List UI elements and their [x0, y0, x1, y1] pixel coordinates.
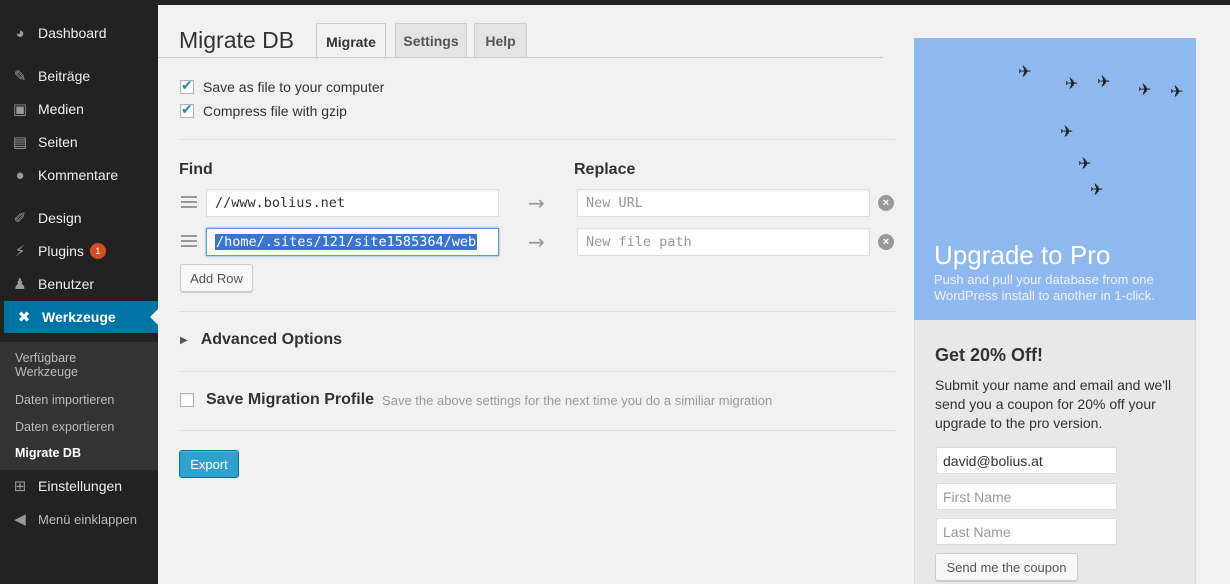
bird-icon: ✈ [1170, 82, 1184, 101]
bird-icon: ✈ [1060, 122, 1074, 141]
tools-submenu: Verfügbare Werkzeuge Daten importieren D… [0, 342, 158, 470]
promo-text: Push and pull your database from one Wor… [934, 272, 1155, 303]
coupon-title: Get 20% Off! [935, 345, 1044, 365]
tab-settings[interactable]: Settings [395, 23, 467, 58]
clear-row-icon[interactable]: × [878, 195, 894, 211]
collapse-icon: ◀ [14, 511, 26, 528]
user-icon: ♟ [13, 276, 27, 293]
sidebar-item-label: Dashboard [38, 25, 107, 41]
export-button[interactable]: Export [179, 450, 239, 478]
divider [179, 139, 895, 140]
save-profile-checkbox[interactable] [180, 393, 194, 407]
find-input-1[interactable]: //www.bolius.net [206, 189, 499, 217]
submenu-available-tools[interactable]: Verfügbare Werkzeuge [15, 351, 115, 379]
sidebar-item-pages[interactable]: ▤ Seiten [0, 126, 158, 158]
replace-input-2[interactable]: New file path [577, 228, 870, 256]
sidebar-item-media[interactable]: ▣ Medien [0, 93, 158, 125]
arrow-right-icon: → [528, 191, 545, 215]
clear-row-icon[interactable]: × [878, 234, 894, 250]
coupon-first-name-input[interactable]: First Name [936, 483, 1117, 510]
submenu-import[interactable]: Daten importieren [15, 393, 114, 407]
sidebar-collapse[interactable]: ◀ Menü einklappen [0, 503, 158, 535]
row-drag-handle[interactable] [181, 235, 197, 249]
update-count-badge: 1 [89, 243, 106, 259]
save-file-option[interactable]: Save as file to your computer [180, 78, 385, 95]
sidebar-item-users[interactable]: ♟ Benutzer [0, 268, 158, 300]
add-row-button[interactable]: Add Row [180, 264, 253, 292]
sidebar-item-label: Plugins [38, 243, 84, 259]
row-drag-handle[interactable] [181, 196, 197, 210]
sidebar-item-design[interactable]: ✐ Design [0, 202, 158, 234]
triangle-right-icon: ▶ [180, 334, 188, 346]
divider [179, 371, 895, 372]
coupon-panel: Get 20% Off! Submit your name and email … [914, 320, 1196, 584]
media-icon: ▣ [12, 101, 28, 118]
sidebar-item-label: Design [38, 210, 82, 226]
promo-title: Upgrade to Pro [934, 240, 1111, 270]
compress-checkbox[interactable] [180, 102, 194, 118]
upgrade-promo-banner[interactable]: ✈ ✈ ✈ ✈ ✈ ✈ ✈ ✈ Upgrade to Pro Push and … [914, 38, 1196, 320]
save-profile-option[interactable]: Save Migration Profile Save the above se… [180, 391, 772, 409]
divider [179, 311, 895, 312]
compress-option[interactable]: Compress file with gzip [180, 102, 347, 119]
pin-icon: ✎ [13, 68, 27, 85]
brush-icon: ✐ [13, 210, 27, 227]
send-coupon-button[interactable]: Send me the coupon [935, 553, 1078, 581]
sidebar-item-dashboard[interactable]: ◕ Dashboard [0, 17, 158, 49]
dashboard-icon: ◕ [15, 24, 25, 42]
settings-icon: ⊞ [13, 478, 27, 495]
sidebar-item-label: Einstellungen [38, 478, 123, 494]
coupon-description: Submit your name and email and we'll sen… [935, 377, 1172, 431]
tab-help[interactable]: Help [474, 23, 527, 58]
bird-icon: ✈ [1097, 72, 1111, 91]
bird-icon: ✈ [1065, 74, 1079, 93]
wrench-icon: ✖ [17, 309, 31, 326]
find-input-2[interactable]: /home/.sites/121/site1585364/web [206, 228, 499, 256]
sidebar-item-label: Beiträge [38, 68, 91, 84]
sidebar-item-settings[interactable]: ⊞ Einstellungen [0, 470, 158, 502]
sidebar-item-comments[interactable]: ● Kommentare [0, 159, 158, 191]
sidebar-item-plugins[interactable]: ⚡ Plugins 1 [0, 235, 158, 267]
save-profile-hint: Save the above settings for the next tim… [382, 392, 773, 408]
save-file-label: Save as file to your computer [203, 79, 385, 95]
page-title: Migrate DB [179, 27, 295, 53]
bird-icon: ✈ [1018, 62, 1032, 81]
bird-icon: ✈ [1138, 80, 1152, 99]
tabs-divider [158, 57, 883, 58]
arrow-right-icon: → [528, 230, 545, 254]
sidebar-item-label: Werkzeuge [42, 309, 116, 325]
pages-icon: ▤ [12, 134, 28, 151]
sidebar-item-posts[interactable]: ✎ Beiträge [0, 60, 158, 92]
sidebar-item-label: Kommentare [38, 167, 119, 183]
find-label: Find [179, 161, 213, 178]
coupon-last-name-input[interactable]: Last Name [936, 518, 1117, 545]
admin-sidebar: ◕ Dashboard ✎ Beiträge ▣ Medien ▤ Seiten… [0, 5, 158, 584]
save-file-checkbox[interactable] [180, 78, 194, 94]
submenu-export[interactable]: Daten exportieren [15, 420, 114, 434]
sidebar-item-label: Menü einklappen [38, 511, 138, 527]
selected-text: /home/.sites/121/site1585364/web [215, 234, 478, 250]
coupon-email-input[interactable]: david@bolius.at [936, 447, 1117, 474]
compress-label: Compress file with gzip [203, 103, 347, 119]
sidebar-item-tools[interactable]: ✖ Werkzeuge [4, 301, 158, 333]
sidebar-item-label: Medien [38, 101, 84, 117]
comment-icon: ● [15, 166, 25, 184]
submenu-migrate-db[interactable]: Migrate DB [15, 446, 81, 460]
advanced-options-toggle[interactable]: ▶ Advanced Options [180, 331, 342, 349]
bird-icon: ✈ [1090, 180, 1104, 199]
plug-icon: ⚡ [14, 243, 26, 260]
sidebar-item-label: Benutzer [38, 276, 95, 292]
bird-icon: ✈ [1078, 154, 1092, 173]
tab-migrate[interactable]: Migrate [316, 23, 386, 59]
save-profile-label: Save Migration Profile [206, 391, 375, 408]
divider [179, 430, 895, 431]
replace-input-1[interactable]: New URL [577, 189, 870, 217]
advanced-options-label: Advanced Options [200, 331, 343, 348]
sidebar-item-label: Seiten [38, 134, 78, 150]
replace-label: Replace [574, 161, 636, 178]
main-content: Migrate DB Migrate Settings Help Save as… [158, 5, 908, 584]
